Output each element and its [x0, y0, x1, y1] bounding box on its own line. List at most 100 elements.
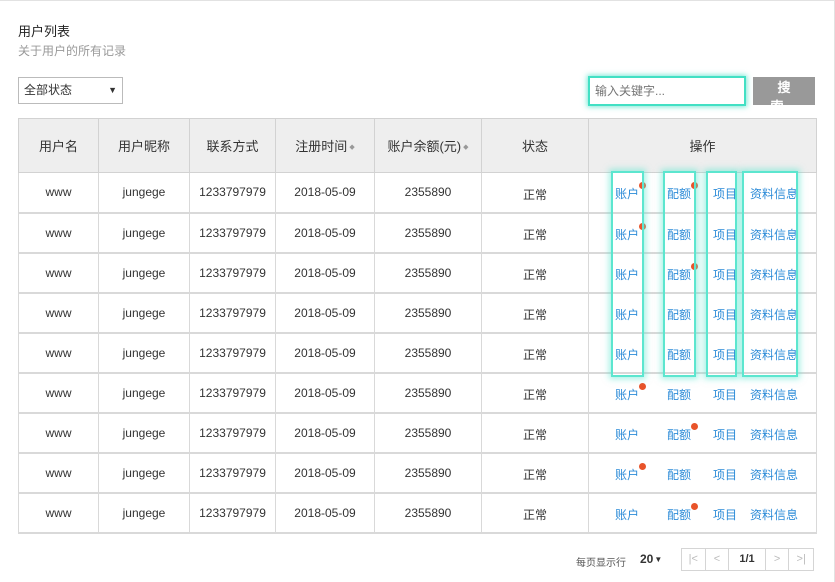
sort-icon[interactable]: ◆ [349, 144, 354, 151]
last-page-icon[interactable]: >| [789, 549, 813, 570]
project-link-label: 项目 [713, 267, 738, 282]
quota-link[interactable]: 配额 [667, 346, 691, 363]
cell-username: www [18, 332, 99, 374]
table-row: www jungege 1233797979 2018-05-09 2355890 正常账… [18, 492, 817, 534]
quota-link[interactable]: 配额 [667, 466, 691, 483]
cell-balance: 2355890 [374, 412, 482, 454]
notification-dot-icon [691, 502, 699, 510]
cell-actions: 账户 配额 项目 资料信息 [588, 492, 817, 534]
column-header-label: 注册时间 [295, 139, 348, 154]
prev-page-icon[interactable]: < [706, 549, 730, 570]
cell-balance: 2355890 [374, 332, 482, 374]
triangle-down-icon: ▼ [654, 555, 663, 564]
account-link[interactable]: 账户 [615, 462, 647, 483]
project-link[interactable]: 项目 [713, 226, 737, 243]
column-header-label: 用户昵称 [117, 139, 170, 154]
account-link-label: 账户 [615, 347, 640, 362]
cell-actions: 账户 配额 项目 资料信息 [588, 412, 817, 454]
cell-username: www [18, 212, 99, 254]
account-link[interactable]: 账户 [615, 426, 639, 443]
project-link[interactable]: 项目 [713, 506, 737, 523]
account-link[interactable]: 账户 [615, 182, 647, 202]
quota-link[interactable]: 配额 [667, 226, 691, 243]
cell-nickname: jungege [98, 212, 190, 254]
column-header-label: 账户余额(元) [387, 139, 462, 154]
account-link[interactable]: 账户 [615, 306, 639, 323]
quota-link[interactable]: 配额 [667, 182, 699, 202]
table-row: www jungege 1233797979 2018-05-09 2355890 正常账… [18, 172, 817, 214]
profile-link[interactable]: 资料信息 [750, 185, 798, 202]
cell-registered: 2018-05-09 [275, 372, 375, 414]
cell-balance: 2355890 [374, 172, 482, 214]
profile-link-label: 资料信息 [750, 427, 799, 442]
profile-link[interactable]: 资料信息 [750, 466, 798, 483]
account-link[interactable]: 账户 [615, 266, 639, 283]
account-link-label: 账户 [615, 507, 640, 522]
account-link-label: 账户 [615, 387, 640, 402]
profile-link[interactable]: 资料信息 [750, 426, 798, 443]
cell-nickname: jungege [98, 172, 190, 214]
profile-link[interactable]: 资料信息 [750, 266, 798, 283]
cell-status: 正常 [481, 292, 589, 334]
notification-dot-icon [639, 182, 647, 189]
per-page-select[interactable]: 20▼ [640, 552, 662, 566]
first-page-icon[interactable]: |< [682, 549, 706, 570]
cell-actions: 账户 配额 项目 资料信息 [588, 452, 817, 494]
search-input[interactable] [588, 76, 746, 106]
project-link[interactable]: 项目 [713, 346, 737, 363]
sort-icon[interactable]: ◆ [463, 144, 468, 151]
notification-dot-icon [691, 262, 699, 270]
quota-link[interactable]: 配额 [667, 306, 691, 323]
project-link[interactable]: 项目 [713, 185, 737, 202]
status-select[interactable]: 全部状态 ▼ [18, 77, 123, 104]
profile-link-label: 资料信息 [750, 267, 799, 282]
column-header[interactable]: 账户余额(元) ◆ [374, 118, 482, 173]
cell-balance: 2355890 [374, 252, 482, 294]
cell-username: www [18, 252, 99, 294]
quota-link[interactable]: 配额 [667, 502, 699, 523]
cell-status: 正常 [481, 372, 589, 414]
cell-contact: 1233797979 [189, 292, 276, 334]
cell-status: 正常 [481, 212, 589, 254]
cell-actions: 账户 配额 项目 资料信息 [588, 332, 817, 374]
quota-link[interactable]: 配额 [667, 422, 699, 443]
project-link[interactable]: 项目 [713, 466, 737, 483]
cell-username: www [18, 492, 99, 534]
project-link[interactable]: 项目 [713, 386, 737, 403]
quota-link-label: 配额 [667, 307, 692, 322]
profile-link[interactable]: 资料信息 [750, 346, 798, 363]
cell-contact: 1233797979 [189, 452, 276, 494]
account-link[interactable]: 账户 [615, 222, 647, 243]
page-top-border [0, 0, 835, 4]
project-link-label: 项目 [713, 507, 738, 522]
cell-status: 正常 [481, 412, 589, 454]
quota-link[interactable]: 配额 [667, 262, 699, 283]
profile-link-label: 资料信息 [750, 187, 799, 201]
account-link[interactable]: 账户 [615, 506, 639, 523]
cell-registered: 2018-05-09 [275, 492, 375, 534]
search-button[interactable]: 搜 索 [753, 77, 815, 114]
project-link[interactable]: 项目 [713, 266, 737, 283]
profile-link[interactable]: 资料信息 [750, 306, 798, 323]
quota-link[interactable]: 配额 [667, 386, 691, 403]
column-header-label: 用户名 [38, 139, 78, 154]
column-header[interactable]: 注册时间 ◆ [275, 118, 375, 173]
next-page-icon[interactable]: > [766, 549, 790, 570]
profile-link[interactable]: 资料信息 [750, 386, 798, 403]
account-link-label: 账户 [615, 267, 640, 282]
table-row: www jungege 1233797979 2018-05-09 2355890 正常账… [18, 412, 817, 454]
cell-contact: 1233797979 [189, 252, 276, 294]
table-row: www jungege 1233797979 2018-05-09 2355890 正常账… [18, 452, 817, 494]
profile-link[interactable]: 资料信息 [750, 506, 798, 523]
account-link[interactable]: 账户 [615, 382, 647, 403]
column-header: 联系方式 [189, 118, 276, 173]
profile-link[interactable]: 资料信息 [750, 226, 798, 243]
project-link[interactable]: 项目 [713, 426, 737, 443]
account-link[interactable]: 账户 [615, 346, 639, 363]
status-select-value: 全部状态 [24, 83, 73, 97]
cell-username: www [18, 372, 99, 414]
project-link[interactable]: 项目 [713, 306, 737, 323]
quota-link-label: 配额 [667, 387, 692, 402]
cell-balance: 2355890 [374, 212, 482, 254]
profile-link-label: 资料信息 [750, 307, 799, 322]
